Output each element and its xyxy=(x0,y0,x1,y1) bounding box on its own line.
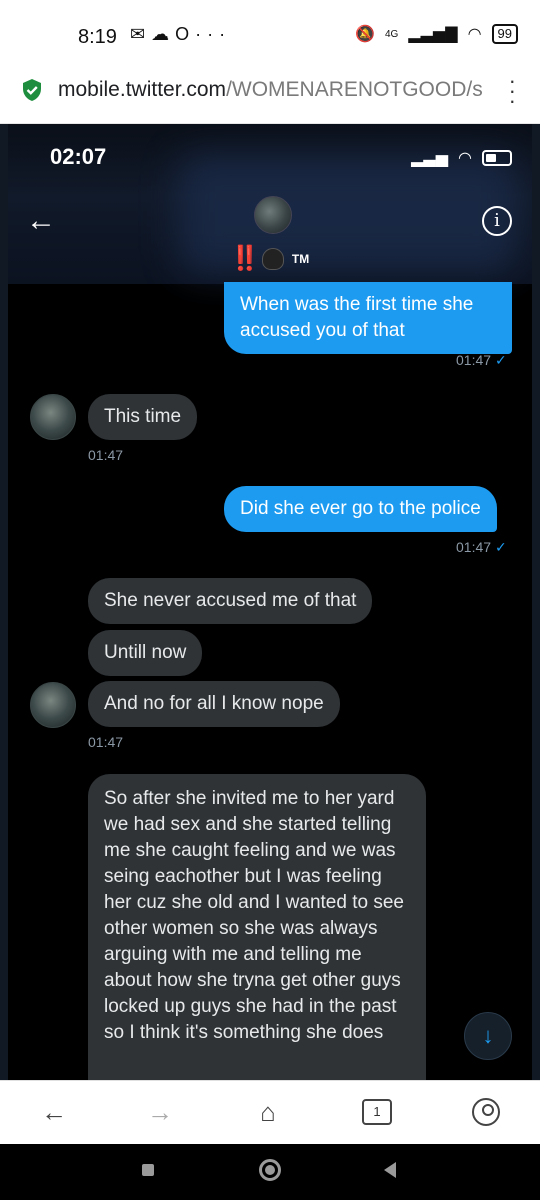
back-arrow-icon[interactable]: ← xyxy=(26,204,56,238)
system-back-icon[interactable] xyxy=(384,1162,396,1178)
url-text[interactable]: mobile.twitter.com/WOMENARENOTGOOD/s xyxy=(58,78,488,102)
url-bar[interactable]: mobile.twitter.com/WOMENARENOTGOOD/s · · · xyxy=(0,66,540,124)
inner-wifi-icon: ◠ xyxy=(458,150,472,167)
cloud-icon: ☁ xyxy=(151,24,176,44)
message-timestamp: 01:47 xyxy=(88,734,124,750)
status-time: 8:19 xyxy=(78,26,117,48)
message-text: Did she ever go to the police xyxy=(240,498,481,519)
recents-icon[interactable] xyxy=(142,1164,154,1176)
message-text: When was the first time she accused you … xyxy=(240,294,474,341)
message-timestamp: 01:47 xyxy=(88,447,124,463)
message-sent: When was the first time she accused you … xyxy=(224,282,512,354)
message-received: So after she invited me to her yard we h… xyxy=(88,774,426,1080)
inner-status-time: 02:07 xyxy=(50,144,107,169)
inner-battery-icon xyxy=(482,150,512,166)
message-text: This time xyxy=(104,406,182,427)
message-sent: Did she ever go to the police xyxy=(224,486,497,532)
read-check-icon: ✓ xyxy=(495,352,507,368)
inner-signal-icon: ▂▃▅ xyxy=(411,150,449,167)
message-received: This time xyxy=(88,394,198,440)
status-bar: 8:19 ✉☁O··· 🔕 4G ▂▃▅▇ ◠ 99 xyxy=(0,0,540,66)
message-timestamp: 01:47 ✓ xyxy=(456,539,507,555)
forward-icon[interactable]: → xyxy=(140,1097,180,1128)
system-navigation xyxy=(0,1144,540,1200)
double-exclamation-icon: ‼️ xyxy=(230,245,260,272)
ninja-emoji-icon xyxy=(261,247,284,270)
opera-icon: O xyxy=(175,24,196,44)
header-avatar[interactable] xyxy=(254,196,292,234)
blurred-region xyxy=(178,154,518,274)
browser-toolbar: ← → ⌂ 1 xyxy=(0,1080,540,1144)
mute-icon: 🔕 xyxy=(355,26,375,43)
battery-icon: 99 xyxy=(491,24,518,44)
tm-mark: TM xyxy=(291,251,310,266)
status-icons-left: ✉☁O··· xyxy=(130,24,231,45)
url-host: mobile.twitter.com xyxy=(58,78,227,101)
home-button-icon[interactable] xyxy=(259,1159,281,1181)
scroll-to-bottom-button[interactable]: ↓ xyxy=(464,1012,512,1060)
message-text: Untill now xyxy=(104,642,187,663)
message-timestamp: 01:47 ✓ xyxy=(456,352,507,368)
sender-avatar[interactable] xyxy=(30,682,76,728)
signal-icon: ▂▃▅▇ xyxy=(408,26,458,43)
mail-icon: ✉ xyxy=(130,24,152,44)
home-icon[interactable]: ⌂ xyxy=(248,1097,288,1128)
header-display-name: ‼️ TM xyxy=(230,244,309,273)
message-received: Untill now xyxy=(88,630,203,676)
back-icon[interactable]: ← xyxy=(34,1097,74,1128)
account-icon[interactable] xyxy=(472,1098,500,1126)
message-text: She never accused me of that xyxy=(104,590,357,611)
dm-conversation: 02:07 ▂▃▅ ◠ ← ‼️ TM i When was the first… xyxy=(8,124,532,1080)
browser-menu-icon[interactable]: · · · xyxy=(509,70,516,112)
secure-shield-icon xyxy=(23,79,41,101)
status-icons-right: 🔕 4G ▂▃▅▇ ◠ 99 xyxy=(355,24,518,44)
message-received: She never accused me of that xyxy=(88,578,373,624)
more-dots-icon: ··· xyxy=(195,24,232,44)
network-label: 4G xyxy=(385,28,399,40)
arrow-down-icon: ↓ xyxy=(482,1023,494,1048)
info-icon[interactable]: i xyxy=(482,206,512,236)
message-text: So after she invited me to her yard we h… xyxy=(104,788,404,1043)
message-received: And no for all I know nope xyxy=(88,681,340,727)
inner-status-icons: ▂▃▅ ◠ xyxy=(411,148,512,168)
url-path: /WOMENARENOTGOOD/s xyxy=(226,78,483,101)
wifi-icon: ◠ xyxy=(467,26,482,43)
read-check-icon: ✓ xyxy=(495,539,507,555)
message-text: And no for all I know nope xyxy=(104,693,324,714)
tabs-button[interactable]: 1 xyxy=(362,1099,392,1125)
embedded-screenshot: 02:07 ▂▃▅ ◠ ← ‼️ TM i When was the first… xyxy=(0,124,540,1080)
sender-avatar[interactable] xyxy=(30,394,76,440)
